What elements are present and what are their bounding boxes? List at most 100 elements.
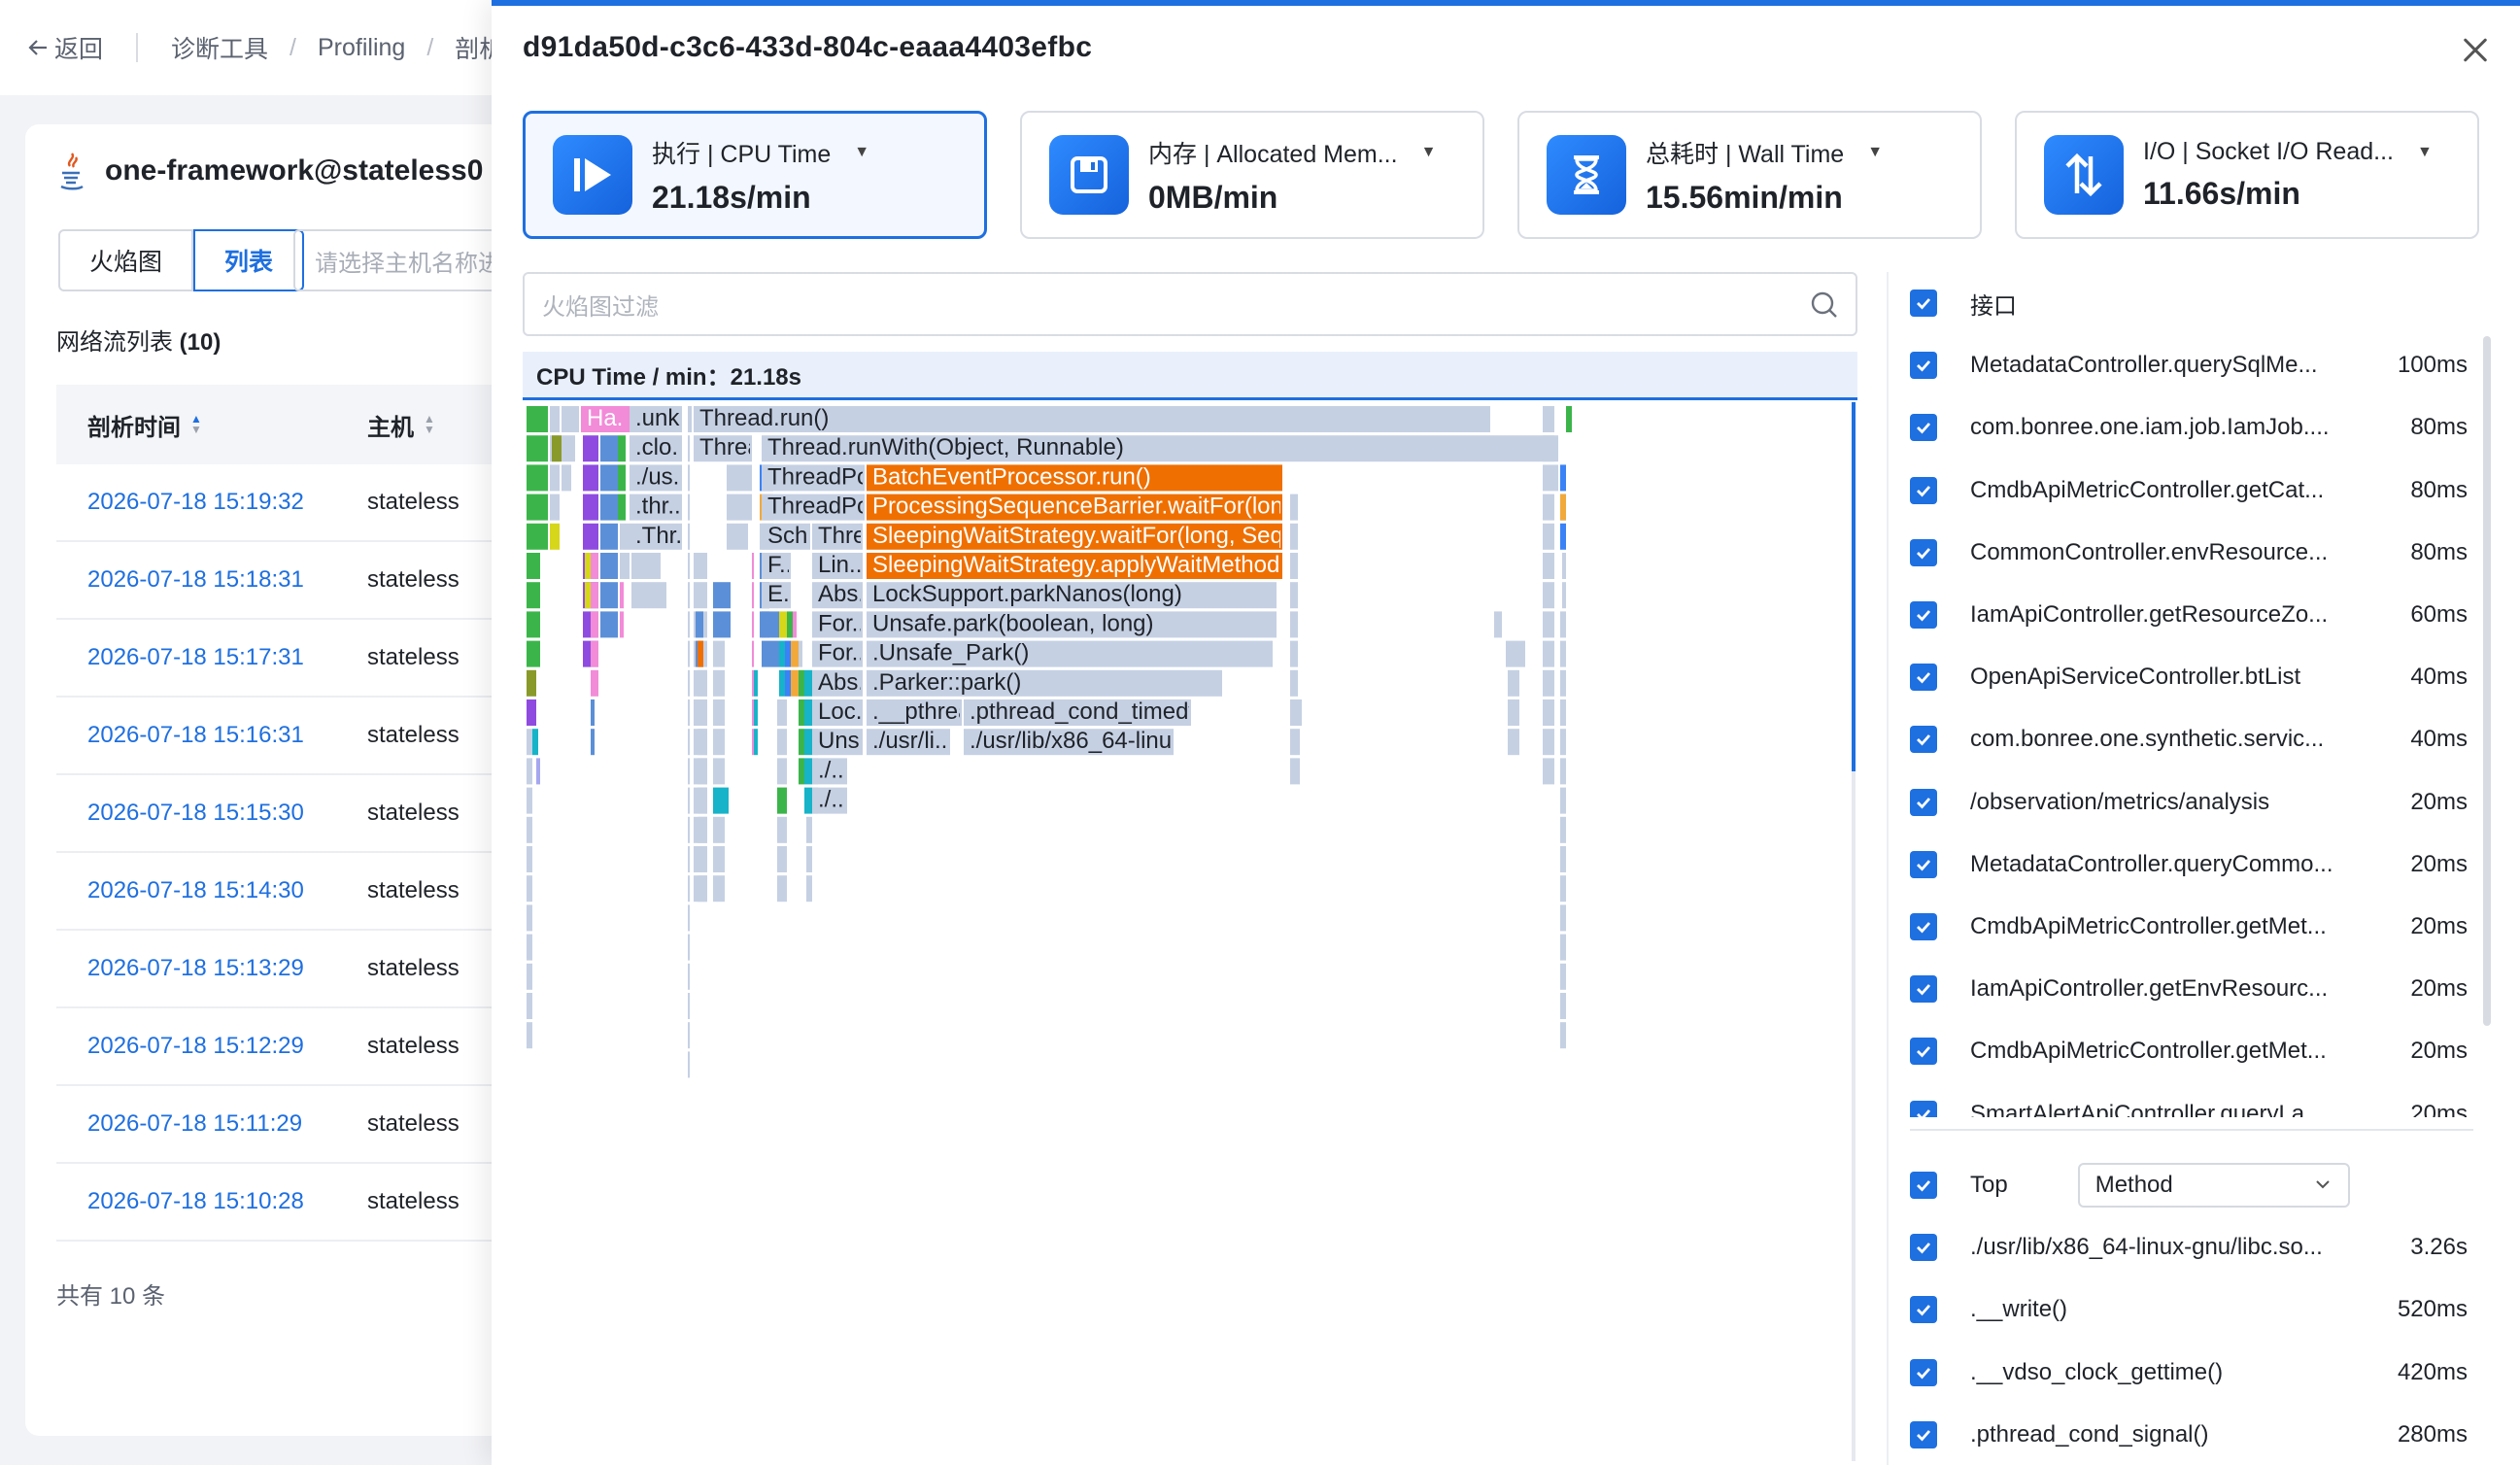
interface-item[interactable]: com.bonree.one.synthetic.servic... 40ms — [1910, 708, 2493, 770]
flamegraph-scroll-thumb[interactable] — [1852, 402, 1856, 771]
flame-frame[interactable] — [527, 875, 532, 903]
flame-frame[interactable] — [1543, 640, 1554, 667]
flame-frame[interactable] — [713, 582, 731, 609]
flame-frame[interactable] — [583, 523, 598, 550]
flame-frame[interactable] — [752, 611, 754, 638]
interface-item[interactable]: CmdbApiMetricController.getCat... 80ms — [1910, 460, 2493, 522]
flame-frame[interactable] — [1290, 553, 1298, 579]
flame-frame[interactable] — [1290, 582, 1298, 609]
flame-frame[interactable] — [591, 582, 598, 609]
flame-frame[interactable] — [785, 640, 791, 667]
flame-frame[interactable] — [600, 582, 618, 609]
interface-item[interactable]: MetadataController.queryCommo... 20ms — [1910, 834, 2493, 896]
flame-frame[interactable]: SleepingWaitStrategy.waitFor(long, Seque… — [867, 523, 1447, 550]
col-profile-time[interactable]: 剖析时间 ▲ ▼ — [56, 408, 367, 442]
flame-frame[interactable] — [804, 729, 812, 756]
flame-frame[interactable] — [600, 611, 618, 638]
metric-card-cpu[interactable]: 执行 | CPU Time ▼ 21.18s/min — [523, 111, 987, 239]
flame-frame[interactable] — [688, 553, 690, 579]
flame-frame[interactable]: ./... — [812, 787, 850, 814]
flame-frame[interactable] — [688, 1051, 690, 1078]
flame-frame[interactable] — [698, 816, 707, 843]
flame-frame[interactable] — [713, 640, 725, 667]
flame-frame[interactable] — [527, 1022, 532, 1049]
flame-frame[interactable] — [562, 464, 571, 492]
interface-item[interactable]: MetadataController.querySqlMe... 100ms — [1910, 334, 2493, 396]
flame-frame[interactable] — [631, 582, 661, 609]
flame-frame[interactable] — [1560, 816, 1566, 843]
flame-frame[interactable]: ./usr/lib/x86_64-linux-gn... — [964, 728, 1237, 756]
flame-frame[interactable] — [550, 406, 560, 432]
flame-frame[interactable] — [527, 582, 540, 609]
flame-frame[interactable] — [727, 494, 748, 521]
profile-time-link[interactable]: 2026-07-18 15:11:29 — [56, 1110, 367, 1138]
flame-frame[interactable] — [1508, 729, 1519, 756]
flame-frame[interactable] — [688, 699, 690, 726]
flame-frame[interactable] — [688, 963, 690, 990]
flame-frame[interactable] — [527, 640, 540, 667]
flame-frame[interactable] — [752, 669, 754, 697]
interface-item[interactable]: /observation/metrics/analysis 20ms — [1910, 771, 2493, 834]
flame-frame[interactable]: BatchEventProcessor.run() — [867, 463, 1282, 492]
flame-frame[interactable] — [752, 729, 754, 756]
checkbox[interactable] — [1910, 726, 1937, 754]
flame-frame[interactable] — [600, 435, 618, 462]
flame-frame[interactable] — [562, 406, 579, 432]
flame-frame[interactable]: ./usr/li... — [867, 728, 954, 756]
flame-frame[interactable] — [688, 464, 690, 492]
flame-frame[interactable] — [787, 611, 793, 638]
flame-frame[interactable] — [585, 553, 591, 579]
interface-item[interactable]: CommonController.envResource... 80ms — [1910, 522, 2493, 584]
flame-frame[interactable]: .Thr... — [630, 523, 695, 550]
caret-down-icon[interactable]: ▼ — [1867, 144, 1883, 161]
flame-frame[interactable] — [1543, 523, 1554, 550]
flame-frame[interactable] — [600, 464, 618, 492]
flame-frame[interactable] — [1562, 582, 1566, 609]
flame-frame[interactable] — [713, 758, 725, 785]
flame-frame[interactable] — [552, 435, 562, 462]
flame-frame[interactable] — [799, 758, 804, 785]
tab-list[interactable]: 列表 — [193, 229, 305, 291]
flame-frame[interactable] — [688, 729, 690, 756]
flame-frame[interactable] — [550, 494, 560, 521]
flame-frame[interactable] — [698, 699, 707, 726]
flame-frame[interactable] — [754, 729, 758, 756]
flame-frame[interactable] — [1508, 669, 1519, 697]
flame-frame[interactable]: .Unsafe_Park() — [867, 640, 1273, 667]
flame-frame[interactable]: Loc... — [812, 698, 875, 726]
checkbox[interactable] — [1910, 1296, 1937, 1324]
flame-frame[interactable] — [1494, 611, 1502, 638]
sort-icon[interactable]: ▲ ▼ — [424, 413, 435, 435]
flame-frame[interactable] — [1560, 523, 1566, 550]
flame-frame[interactable] — [779, 669, 785, 697]
flame-frame[interactable] — [752, 553, 754, 579]
checkbox[interactable] — [1910, 975, 1937, 1004]
flame-frame[interactable] — [688, 494, 690, 521]
flamegraph-filter-input[interactable]: 火焰图过滤 — [523, 272, 1857, 336]
flame-frame[interactable] — [620, 582, 624, 609]
flame-frame[interactable] — [600, 494, 618, 521]
flame-frame[interactable] — [713, 699, 725, 726]
flame-frame[interactable] — [713, 875, 725, 903]
flame-frame[interactable] — [777, 816, 787, 843]
flame-frame[interactable]: Thread.runWith(Object, Runnable) — [762, 434, 1558, 462]
flame-frame[interactable]: .clo... — [630, 434, 691, 462]
flame-frame[interactable] — [600, 523, 618, 550]
flame-frame[interactable] — [1560, 875, 1566, 903]
flame-frame[interactable] — [536, 758, 540, 785]
flame-frame[interactable] — [1560, 787, 1566, 814]
flame-frame[interactable] — [754, 669, 758, 697]
breadcrumb-diagnostics[interactable]: 诊断工具 — [171, 30, 268, 65]
flame-frame[interactable] — [762, 611, 779, 638]
flame-frame[interactable]: .thr... — [630, 494, 687, 521]
flame-frame[interactable] — [532, 729, 538, 756]
caret-down-icon[interactable]: ▼ — [854, 144, 869, 161]
checkbox[interactable] — [1910, 476, 1937, 504]
checkbox[interactable] — [1910, 601, 1937, 630]
flame-frame[interactable] — [779, 640, 785, 667]
caret-down-icon[interactable]: ▼ — [2417, 144, 2433, 161]
flamegraph[interactable]: Ha... .unk... Thread.run() .clo... Threa... T… — [523, 402, 1857, 1461]
flame-frame[interactable] — [799, 640, 802, 667]
flame-frame[interactable] — [727, 464, 748, 492]
flame-frame[interactable]: Lin... — [812, 552, 868, 579]
